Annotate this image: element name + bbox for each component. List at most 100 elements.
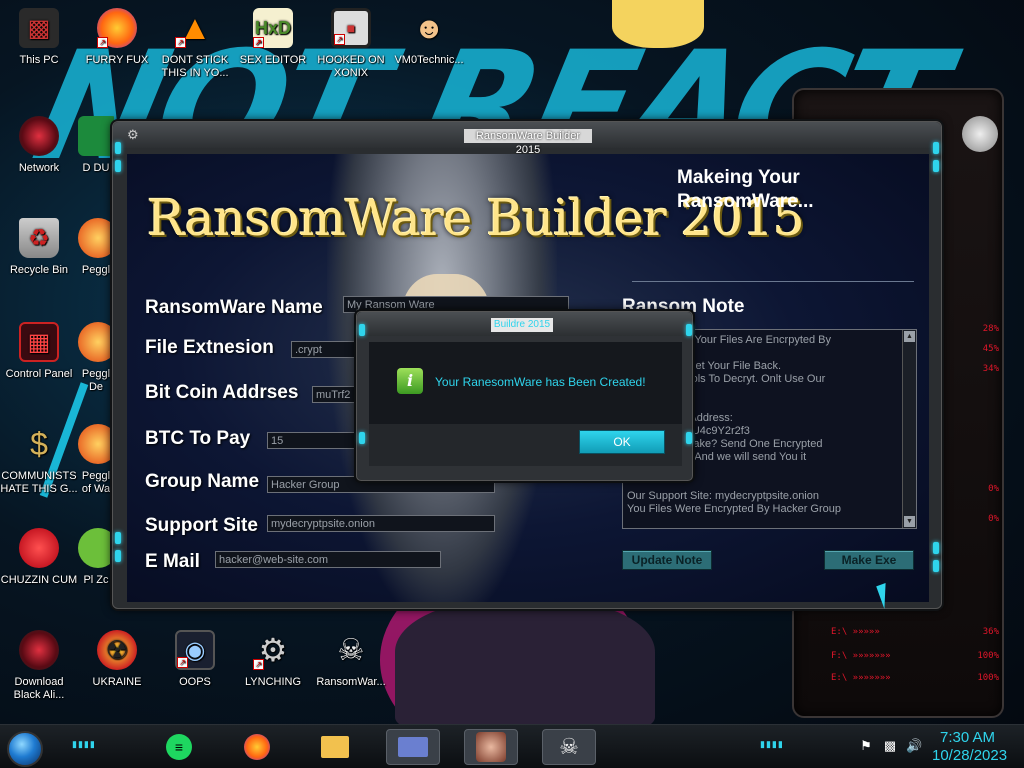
vlc-icon: ▲ ↗	[175, 8, 215, 48]
desktop-icon-furry-fux[interactable]: ↗ FURRY FUX	[78, 2, 156, 90]
dialog-titlebar[interactable]: Buildre 2015	[357, 312, 692, 336]
make-exe-button[interactable]: Make Exe	[824, 550, 914, 570]
peggle-icon	[78, 424, 114, 464]
control-panel-icon: ▦	[19, 322, 59, 362]
info-icon: i	[397, 368, 423, 394]
recycle-bin-icon: ♻	[19, 218, 59, 258]
volume-icon[interactable]: 🔊	[906, 738, 922, 754]
desktop-icon-peggle-wow[interactable]: Peggl of Wa	[78, 418, 114, 506]
network-icon	[19, 116, 59, 156]
frame-led	[686, 432, 692, 444]
chuzzle-icon	[19, 528, 59, 568]
money-bag-icon: $	[30, 425, 48, 462]
desktop-icon-control-panel[interactable]: ▦ Control Panel	[0, 316, 78, 404]
gear-icon: ⚙ ↗	[253, 630, 293, 670]
oops-icon: ◉ ↗	[175, 630, 215, 670]
btc-to-pay-input[interactable]	[267, 432, 357, 449]
desktop-icon-chuzzin[interactable]: CHUZZIN CUM	[0, 522, 78, 610]
firefox-icon[interactable]	[230, 729, 284, 765]
frame-led	[933, 142, 939, 154]
window-system-icon[interactable]: ⚙	[127, 128, 141, 142]
plants-icon	[78, 528, 114, 568]
desktop-icon-lynching[interactable]: ⚙ ↗ LYNCHING	[234, 624, 312, 712]
dialog-body: i Your RanesomWare has Been Created! OK	[369, 342, 682, 466]
bitcoin-address-label: Bit Coin Addrses	[145, 382, 299, 403]
frame-led	[933, 560, 939, 572]
widget-row: E:\ »»»»»»» 100%	[831, 673, 999, 683]
frame-led	[115, 532, 121, 544]
spotify-icon[interactable]: ≡	[152, 729, 206, 765]
file-explorer-icon[interactable]	[308, 729, 362, 765]
dialog-footer: OK	[369, 424, 682, 466]
desktop-icon-peggle-deluxe[interactable]: Peggl De	[78, 316, 114, 404]
peggle-icon	[78, 322, 114, 362]
widget-row: E:\ »»»»» 36%	[831, 627, 999, 637]
email-label: E Mail	[145, 551, 200, 572]
alien-head-icon	[962, 116, 998, 152]
frame-led	[933, 542, 939, 554]
btc-to-pay-label: BTC To Pay	[145, 428, 251, 449]
clock-date[interactable]: 10/28/2023	[932, 747, 1007, 764]
frame-led	[115, 142, 121, 154]
start-button[interactable]	[7, 731, 43, 767]
support-site-input[interactable]	[267, 515, 495, 532]
computer-icon: ▩	[19, 8, 59, 48]
skull-icon[interactable]: ☠	[542, 729, 596, 765]
generic-app-icon	[78, 116, 114, 156]
desktop-icon-hooked-on-xonix[interactable]: ■ ↗ HOOKED ON XONIX	[312, 2, 390, 90]
scroll-up-icon[interactable]: ▲	[904, 331, 915, 342]
desktop-icon-peggle[interactable]: Peggl	[78, 212, 114, 300]
frame-led	[686, 324, 692, 336]
clock-time[interactable]: 7:30 AM	[940, 729, 995, 746]
network-tray-icon[interactable]: ▩	[882, 738, 898, 754]
desktop-icon-plants[interactable]: Pl Zc	[78, 522, 114, 610]
hxd-icon: HxD ↗	[253, 8, 293, 48]
taskbar: ▮▮▮▮ ≡ ☠ ▮▮▮▮ ⚑ ▩ 🔊	[0, 724, 1024, 768]
ransomware-name-label: RansomWare Name	[145, 297, 323, 318]
scroll-down-icon[interactable]: ▼	[904, 516, 915, 527]
radiation-icon: ☢	[97, 630, 137, 670]
frame-led	[933, 160, 939, 172]
desktop-icon-recycle-bin[interactable]: ♻ Recycle Bin	[0, 212, 78, 300]
desktop-icon-this-pc[interactable]: ▩ This PC	[0, 2, 78, 90]
desktop-icon-oops[interactable]: ◉ ↗ OOPS	[156, 624, 234, 712]
note-scrollbar[interactable]: ▲ ▼	[902, 330, 916, 528]
email-input[interactable]	[215, 551, 441, 568]
xonix-icon: ■ ↗	[331, 8, 371, 48]
file-extension-label: File Extnesion	[145, 337, 274, 358]
support-site-label: Support Site	[145, 515, 258, 536]
window-title: RansomWare Builder 2015	[464, 129, 592, 156]
wallpaper-figure	[395, 600, 655, 730]
ok-button[interactable]: OK	[579, 430, 665, 454]
doctor-icon: ☻	[413, 11, 445, 45]
desktop-icon-network[interactable]: Network	[0, 110, 78, 198]
taskbar-decoration: ▮▮▮▮	[72, 739, 96, 749]
builder-message-dialog[interactable]: Buildre 2015 i Your RanesomWare has Been…	[356, 311, 693, 481]
window-titlebar[interactable]: ⚙ RansomWare Builder 2015	[113, 122, 941, 156]
file-extension-input[interactable]	[291, 341, 355, 358]
photo-icon[interactable]	[464, 729, 518, 765]
frame-led	[359, 432, 365, 444]
desktop-icon-vm0technic[interactable]: ☻ VM0Technic...	[390, 2, 468, 90]
desktop-icon-partial[interactable]: D DU	[78, 110, 114, 198]
wallpaper-cartoon-face	[612, 0, 704, 48]
frame-led	[115, 550, 121, 562]
separator	[632, 281, 914, 282]
group-name-label: Group Name	[145, 471, 260, 492]
flag-icon[interactable]: ⚑	[858, 738, 874, 754]
desktop-icon-ransomware[interactable]: ☠ RansomWar...	[312, 624, 390, 712]
desktop-icon-sex-editor[interactable]: HxD ↗ SEX EDITOR	[234, 2, 312, 90]
frame-led	[359, 324, 365, 336]
desktop-icon-dont-stick[interactable]: ▲ ↗ DONT STICK THIS IN YO...	[156, 2, 234, 90]
bitcoin-address-input[interactable]	[312, 386, 356, 403]
update-note-button[interactable]: Update Note	[622, 550, 712, 570]
desktop-icon-communists[interactable]: $ COMMUNISTS HATE THIS G...	[0, 418, 78, 506]
firefox-icon: ↗	[97, 8, 137, 48]
skull-icon: ☠	[337, 633, 365, 667]
id-card-icon[interactable]	[386, 729, 440, 765]
desktop-icon-ukraine[interactable]: ☢ UKRAINE	[78, 624, 156, 712]
dialog-title: Buildre 2015	[491, 318, 553, 332]
peggle-icon	[78, 218, 114, 258]
desktop-icon-black-alien[interactable]: Download Black Ali...	[0, 624, 78, 712]
dialog-message: Your RanesomWare has Been Created!	[435, 375, 646, 389]
